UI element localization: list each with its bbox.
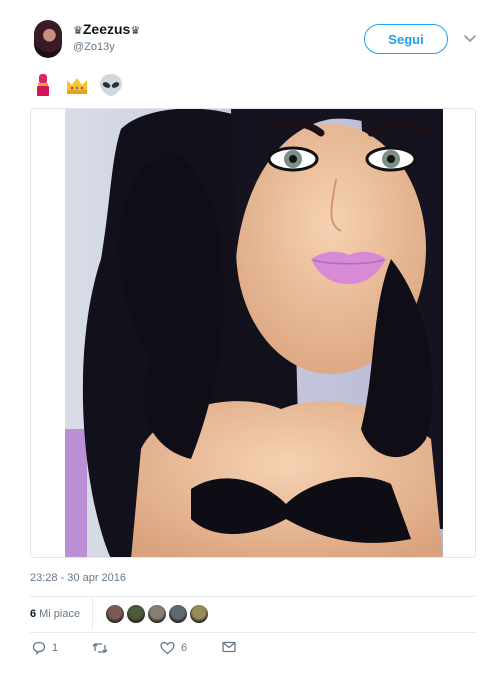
photo-image [31,109,475,557]
engagement-stats: 6 Mi piace [30,598,476,630]
like-button[interactable]: 6 [160,641,187,655]
tweet-timestamp[interactable]: 23:28 - 30 apr 2016 [30,572,126,584]
emoji-row [30,70,124,100]
reply-icon [32,641,46,655]
tweet-actions: 1 6 [30,641,330,661]
crown-icon [67,78,87,94]
display-name[interactable]: Zeezus [83,21,130,37]
chevron-down-icon[interactable] [462,30,478,46]
retweet-icon [92,643,108,653]
liker-avatar[interactable] [189,604,210,624]
direct-message-button[interactable] [222,641,236,653]
divider [30,596,476,597]
reply-count: 1 [52,642,59,654]
envelope-icon [222,641,236,653]
alien-icon [100,74,122,96]
liker-avatar[interactable] [126,604,147,624]
liker-avatar[interactable] [105,604,126,624]
heart-icon [160,641,175,655]
crown-icon: ♛ [130,25,141,37]
follow-button[interactable]: Segui [364,24,448,54]
likes-label: Mi piace [39,608,81,620]
likers-avatars [105,604,210,624]
retweet-button[interactable] [92,641,114,655]
tweet-photo[interactable] [30,108,476,558]
like-count: 6 [181,642,188,654]
tweet-header: ♛Zeezus♛ @Zo13y Segui [28,16,484,64]
lipstick-icon [37,74,49,96]
user-handle[interactable]: @Zo13y [73,41,115,53]
likes-number: 6 [30,608,37,620]
display-name-row[interactable]: ♛Zeezus♛ [73,21,140,37]
liker-avatar[interactable] [147,604,168,624]
crown-icon: ♛ [73,25,83,37]
reply-button[interactable]: 1 [32,641,58,655]
avatar[interactable] [34,20,62,58]
likes-count[interactable]: 6 Mi piace [30,598,94,630]
divider [30,632,476,633]
liker-avatar[interactable] [168,604,189,624]
